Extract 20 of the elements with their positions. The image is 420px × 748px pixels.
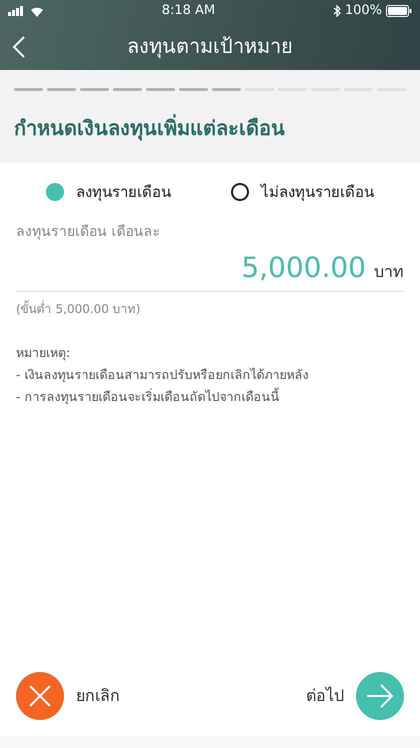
- radio-option[interactable]: ไม่ลงทุนรายเดือน: [229, 179, 376, 206]
- note-text: หมายเหตุ:: [16, 344, 72, 362]
- radio-option[interactable]: ลงทุนรายเดือน: [44, 179, 173, 206]
- next-button[interactable]: ต่อไป: [306, 672, 404, 720]
- section-title: กำหนดเงินลงทุนเพิ่มแต่ละเดือน: [14, 113, 286, 143]
- wifi-icon: [30, 6, 44, 16]
- arrow-right-icon: [356, 672, 404, 720]
- signal-icon: [8, 6, 26, 16]
- battery-icon: [386, 5, 412, 17]
- status-time: 8:18 AM: [162, 2, 216, 20]
- bluetooth-icon: [332, 5, 341, 17]
- screen-title: ลงทุนตามเป้าหมาย: [127, 33, 293, 60]
- battery-percent: 100%: [344, 2, 382, 20]
- note-text: - เงินลงทุนรายเดือนสามารถปรับหรือยกเลิกได้ภายหลัง: [16, 366, 310, 384]
- close-icon: [16, 672, 64, 720]
- currency-unit: บาท: [374, 260, 404, 282]
- amount-label: ลงทุนรายเดือน เดือนละ: [16, 222, 162, 242]
- minimum-hint: (ขั้นต่ำ 5,000.00 บาท): [16, 300, 142, 318]
- note-text: - การลงทุนรายเดือนจะเริ่มเดือนถัดไปจากเดือนนี้: [16, 386, 280, 406]
- cancel-button[interactable]: ยกเลิก: [16, 672, 120, 720]
